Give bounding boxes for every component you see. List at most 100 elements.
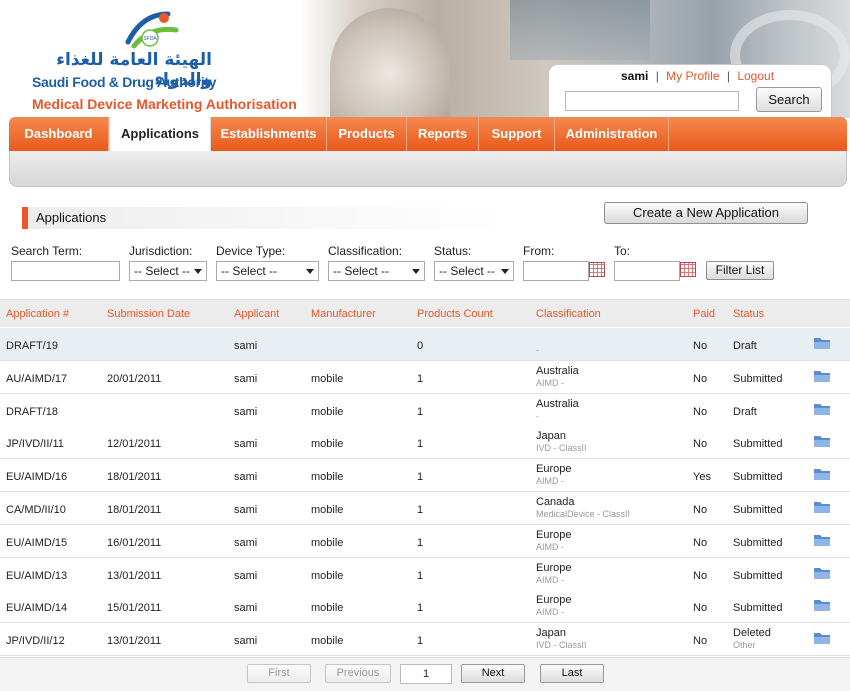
col-manufacturer[interactable]: Manufacturer [311,308,376,320]
classification-select[interactable]: -- Select -- [328,261,425,281]
open-folder-icon[interactable] [813,434,831,448]
jurisdiction-select[interactable]: -- Select -- [129,261,207,281]
classification-sub: AIMD - [536,607,564,618]
search-button[interactable]: Search [756,87,822,112]
app-title: Medical Device Marketing Authorisation [32,96,297,112]
status-select[interactable]: -- Select -- [434,261,514,281]
cell-paid: No [693,635,708,648]
col-submission-date[interactable]: Submission Date [107,308,190,320]
table-row[interactable]: EU/AIMD/14 15/01/2011 sami mobile 1 No Europe A… [0,590,850,624]
user-links: sami | My Profile | Logout [621,69,774,83]
logout-link[interactable]: Logout [737,69,774,83]
classification-sub: MedicalDevice - ClassII [536,509,631,519]
calendar-icon[interactable] [589,262,605,277]
previous-page-button[interactable]: Previous [325,664,391,683]
table-row[interactable]: AU/AIMD/17 20/01/2011 sami mobile 1 No Austral… [0,360,850,394]
tab-administration[interactable]: Administration [555,117,669,151]
table-row[interactable]: JP/IVD/II/11 12/01/2011 sami mobile 1 No Japan… [0,426,850,460]
cell-submission-date: 13/01/2011 [107,635,162,648]
cell-manufacturer: mobile [311,602,344,615]
col-products-count[interactable]: Products Count [417,308,493,320]
col-paid[interactable]: Paid [693,308,715,320]
cell-application[interactable]: DRAFT/19 [6,340,58,352]
tab-applications[interactable]: Applications [109,117,211,153]
open-folder-icon[interactable] [813,500,831,514]
classification-sub: - [536,410,539,421]
cell-application[interactable]: DRAFT/18 [6,406,58,418]
col-classification[interactable]: Classification [536,308,601,320]
sfda-logo-icon: SFDA [125,11,179,49]
cell-application[interactable]: EU/AIMD/14 [6,602,67,614]
from-date-input[interactable] [523,261,589,281]
tab-products[interactable]: Products [327,117,407,151]
page-number-input[interactable]: 1 [400,664,452,684]
cell-products-count: 1 [417,471,424,484]
classification-main: Japan [536,627,566,640]
device-type-select[interactable]: -- Select -- [216,261,319,281]
cell-paid: No [693,438,708,451]
cell-applicant: sami [234,405,258,418]
next-page-button[interactable]: Next [461,664,525,683]
cell-products-count: 1 [417,635,424,648]
tab-dashboard[interactable]: Dashboard [9,117,109,151]
filter-list-button[interactable]: Filter List [706,261,774,280]
cell-status: Submitted [733,471,783,483]
cell-application[interactable]: AU/AIMD/17 [6,373,67,385]
create-new-application-button[interactable]: Create a New Application [604,202,808,224]
classification-select-value: -- Select -- [333,264,390,278]
cell-submission-date: 20/01/2011 [107,372,162,385]
cell-application[interactable]: EU/AIMD/16 [6,471,67,483]
cell-application[interactable]: JP/IVD/II/12 [6,635,65,647]
first-page-button[interactable]: First [247,664,311,683]
search-term-input[interactable] [11,261,120,281]
cell-products-count: 1 [417,536,424,549]
col-status[interactable]: Status [733,308,764,320]
cell-application[interactable]: JP/IVD/II/11 [6,438,64,450]
col-applicant[interactable]: Applicant [234,308,279,320]
separator: | [655,69,659,83]
table-row[interactable]: DRAFT/18 sami mobile 1 No Australia - Draft [0,393,850,427]
cell-classification: Europe AIMD - [536,562,571,585]
open-folder-icon[interactable] [813,369,831,383]
cell-application[interactable]: CA/MD/II/10 [6,504,66,516]
tab-support[interactable]: Support [479,117,555,151]
cell-status: Submitted [733,373,783,385]
cell-applicant: sami [234,471,258,484]
table-row[interactable]: EU/AIMD/15 16/01/2011 sami mobile 1 No Europe A… [0,524,850,558]
tab-reports[interactable]: Reports [407,117,479,151]
calendar-icon[interactable] [680,262,696,277]
status-main: Submitted [733,438,783,451]
jurisdiction-select-value: -- Select -- [134,264,191,278]
table-row[interactable]: JP/IVD/II/12 13/01/2011 sami mobile 1 No Japan… [0,623,850,657]
sfda-logo[interactable]: SFDA الهيئة العامة للغذاء والدواء Saudi … [28,6,318,114]
cell-status: Submitted [733,438,783,450]
search-input[interactable] [565,91,739,111]
cell-status: Deleted Other [733,627,771,650]
classification-main: Europe [536,594,572,607]
open-folder-icon[interactable] [813,533,831,547]
separator: | [726,69,730,83]
to-date-input[interactable] [614,261,680,281]
last-page-button[interactable]: Last [540,664,604,683]
table-row[interactable]: CA/MD/II/10 18/01/2011 sami mobile 1 No Canada… [0,492,850,525]
classification-main: Australia [536,397,579,410]
open-folder-icon[interactable] [813,336,831,350]
open-folder-icon[interactable] [813,631,831,645]
my-profile-link[interactable]: My Profile [666,69,719,83]
table-row[interactable]: EU/AIMD/16 18/01/2011 sami mobile 1 Yes Europe… [0,459,850,493]
table-row[interactable]: DRAFT/19 sami 0 No - Draft [0,328,850,361]
classification-sub: IVD - ClassII [536,640,587,651]
cell-application[interactable]: EU/AIMD/15 [6,537,67,549]
cell-status: Submitted [733,537,783,549]
table-row[interactable]: EU/AIMD/13 13/01/2011 sami mobile 1 No Europe A… [0,557,850,591]
open-folder-icon[interactable] [813,566,831,580]
cell-application[interactable]: EU/AIMD/13 [6,570,67,582]
chevron-down-icon [412,269,420,274]
cell-paid: No [693,569,708,582]
open-folder-icon[interactable] [813,598,831,612]
open-folder-icon[interactable] [813,467,831,481]
cell-applicant: sami [234,372,258,385]
open-folder-icon[interactable] [813,402,831,416]
tab-establishments[interactable]: Establishments [211,117,327,151]
col-application[interactable]: Application # [6,308,69,320]
